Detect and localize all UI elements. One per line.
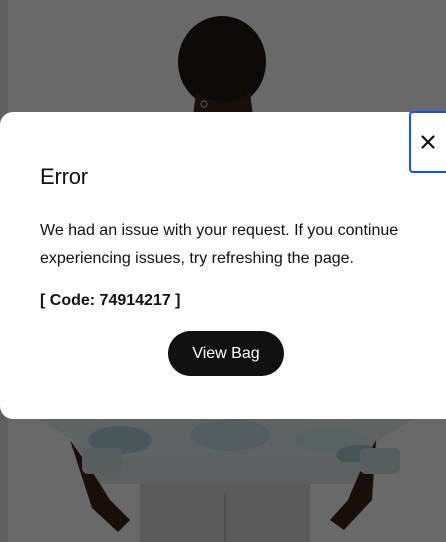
error-code: [ Code: 74914217 ] — [40, 292, 181, 309]
dialog-message: We had an issue with your request. If yo… — [40, 222, 399, 267]
view-bag-button[interactable]: View Bag — [168, 331, 284, 376]
close-button[interactable] — [409, 111, 446, 173]
error-dialog: Error We had an issue with your request.… — [0, 112, 446, 419]
dialog-title: Error — [40, 164, 88, 189]
view-bag-button-label: View Bag — [192, 344, 260, 362]
close-icon — [421, 135, 435, 149]
